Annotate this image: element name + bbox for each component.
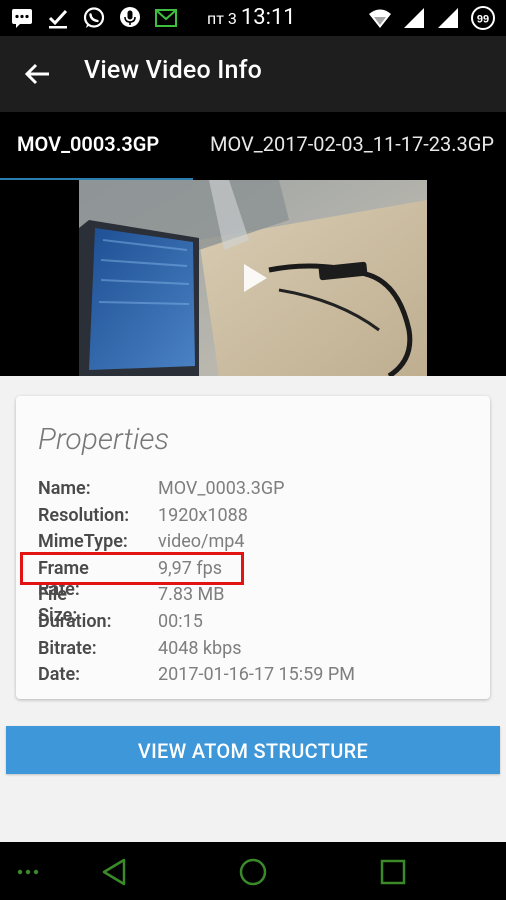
status-time: 13:11 bbox=[240, 5, 296, 30]
more-dots-icon[interactable] bbox=[14, 856, 46, 888]
property-label: Name: bbox=[38, 478, 91, 499]
system-icons: 99 bbox=[368, 5, 496, 31]
property-label: Duration: bbox=[38, 610, 112, 632]
battery-icon: 99 bbox=[471, 6, 495, 30]
tab-mov-0003[interactable]: MOV_0003.3GP bbox=[17, 132, 159, 156]
view-atom-structure-button[interactable]: VIEW ATOM STRUCTURE bbox=[6, 726, 500, 774]
back-triangle-icon[interactable] bbox=[98, 856, 130, 888]
property-value: 00:15 bbox=[158, 610, 203, 632]
properties-title: Properties bbox=[38, 422, 170, 457]
video-thumbnail[interactable] bbox=[79, 180, 427, 376]
status-clock: пт 3 13:11 bbox=[207, 5, 296, 30]
property-label: MimeType: bbox=[38, 531, 128, 553]
property-value: 4048 kbps bbox=[158, 637, 242, 659]
download-check-icon bbox=[48, 9, 68, 29]
signal-icon bbox=[404, 8, 424, 28]
message-icon bbox=[12, 9, 32, 28]
property-value: 2017-01-16-17 15:59 PM bbox=[158, 664, 355, 686]
tab-mov-2017-02-03[interactable]: MOV_2017-02-03_11-17-23.3GP bbox=[210, 132, 494, 156]
notification-icons bbox=[10, 6, 178, 30]
recents-square-icon[interactable] bbox=[377, 856, 409, 888]
microphone-icon bbox=[120, 7, 140, 27]
page-title: View Video Info bbox=[84, 56, 263, 85]
property-label: Date: bbox=[38, 664, 81, 686]
video-preview-area bbox=[0, 180, 506, 376]
status-day: пт 3 bbox=[207, 9, 237, 28]
signal-icon bbox=[438, 8, 458, 28]
whatsapp-icon bbox=[83, 7, 105, 28]
property-label: Bitrate: bbox=[38, 637, 97, 659]
battery-level: 99 bbox=[477, 14, 489, 26]
mail-icon bbox=[155, 9, 177, 27]
status-bar: пт 3 13:11 99 bbox=[0, 0, 506, 36]
property-value: MOV_0003.3GP bbox=[158, 478, 285, 499]
property-value: 7.83 MB bbox=[158, 584, 225, 606]
frame-rate-highlight-box bbox=[20, 552, 244, 585]
property-value: video/mp4 bbox=[158, 531, 245, 553]
properties-card: Properties Name: MOV_0003.3GP Resolution… bbox=[16, 396, 490, 699]
back-arrow-icon[interactable] bbox=[22, 58, 54, 90]
file-tabs: MOV_0003.3GP MOV_2017-02-03_11-17-23.3GP bbox=[0, 112, 506, 180]
home-circle-icon[interactable] bbox=[237, 856, 269, 888]
wifi-icon bbox=[369, 9, 391, 28]
navigation-bar bbox=[0, 842, 506, 900]
app-bar: View Video Info bbox=[0, 36, 506, 112]
property-label: Resolution: bbox=[38, 504, 130, 526]
property-value: 1920x1088 bbox=[158, 504, 248, 526]
